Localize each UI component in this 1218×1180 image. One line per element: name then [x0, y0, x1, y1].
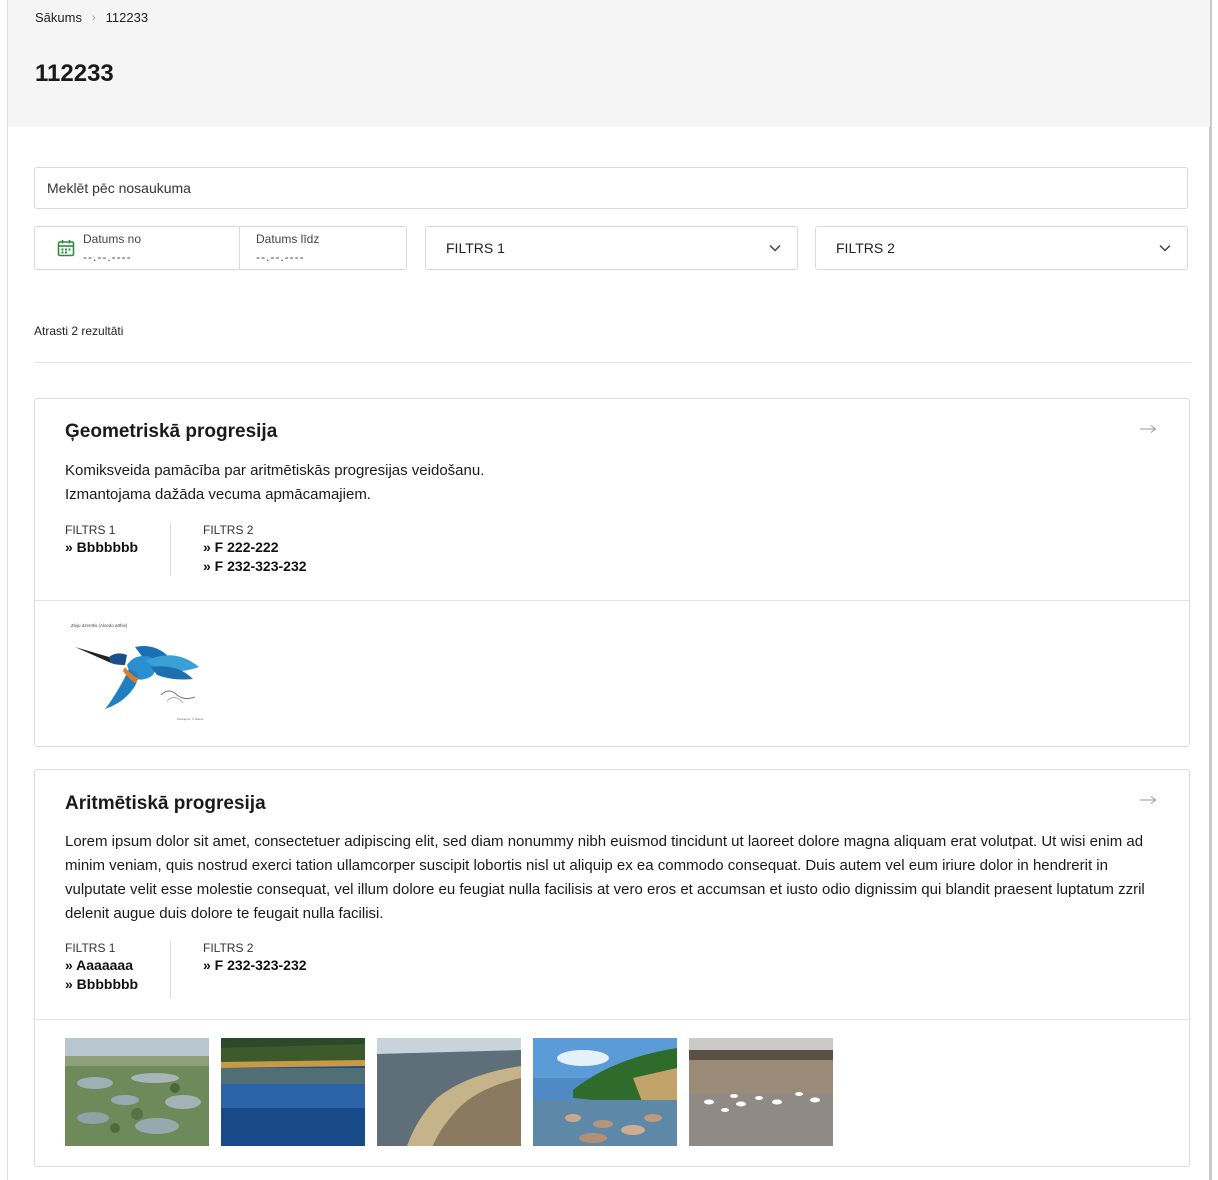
chevron-down-icon [1159, 244, 1171, 252]
page-header: Sākums › 112233 112233 [8, 0, 1210, 127]
date-to-value: --.--.---- [256, 250, 305, 264]
card-filter2-value: » F 232-323-232 [203, 957, 307, 973]
card-thumbnails: Zivju dzenītis (Alcedo atthis) Zīmējums:… [65, 617, 209, 725]
date-from-field[interactable]: Datums no --.--.---- [35, 227, 240, 269]
coastline-aerial-thumbnail[interactable] [377, 1038, 521, 1146]
breadcrumb: Sākums › 112233 [35, 10, 148, 25]
result-card: Aritmētiskā progresija Lorem ipsum dolor… [34, 769, 1190, 1167]
date-from-label: Datums no [83, 232, 142, 246]
breadcrumb-separator: › [91, 11, 96, 24]
card-filter1-label: FILTRS 1 [65, 523, 116, 537]
card-description-line: Komiksveida pamācība par aritmētiskās pr… [65, 462, 485, 479]
card-filter1-column: FILTRS 1 » Aaaaaaa » Bbbbbbb [65, 941, 171, 998]
date-from-value: --.--.---- [83, 250, 132, 264]
card-filter1-column: FILTRS 1 » Bbbbbbb [65, 523, 171, 576]
date-range-filter: Datums no --.--.---- Datums līdz --.--.-… [34, 226, 407, 270]
date-to-field[interactable]: Datums līdz --.--.---- [240, 227, 406, 269]
card-filter1-value: » Aaaaaaa [65, 957, 133, 973]
calendar-icon [57, 240, 75, 257]
card-description: Komiksveida pamācība par aritmētiskās pr… [65, 459, 1155, 507]
wetland-aerial-thumbnail[interactable] [65, 1038, 209, 1146]
kingfisher-thumbnail[interactable]: Zivju dzenītis (Alcedo atthis) Zīmējums:… [65, 617, 209, 725]
thumbnail-credit: Zīmējums: © Autors [177, 717, 204, 721]
results-count: Atrasti 2 rezultāti [34, 324, 124, 338]
card-title[interactable]: Aritmētiskā progresija [65, 793, 266, 815]
page-title: 112233 [35, 60, 114, 87]
card-filter2-label: FILTRS 2 [203, 941, 254, 955]
swans-field-thumbnail[interactable] [689, 1038, 833, 1146]
card-thumbnails [65, 1038, 833, 1146]
search-input[interactable] [34, 167, 1188, 209]
card-description-line: Izmantojama dažāda vecuma apmācamajiem. [65, 486, 371, 503]
card-title[interactable]: Ģeometriskā progresija [65, 421, 277, 443]
arrow-right-icon[interactable] [1139, 424, 1157, 434]
card-filter2-label: FILTRS 2 [203, 523, 254, 537]
date-to-label: Datums līdz [256, 232, 320, 246]
card-divider [35, 600, 1189, 601]
thumbnail-caption: Zivju dzenītis (Alcedo atthis) [71, 623, 128, 628]
card-filter2-value: » F 222-222 [203, 539, 279, 555]
filter2-select-label: FILTRS 2 [836, 240, 895, 256]
filter2-select[interactable]: FILTRS 2 [815, 226, 1188, 270]
filter1-select[interactable]: FILTRS 1 [425, 226, 798, 270]
breadcrumb-current: 112233 [105, 10, 149, 25]
card-filter2-column: FILTRS 2 » F 232-323-232 [171, 941, 307, 998]
card-divider [35, 1019, 1189, 1020]
lake-forest-thumbnail[interactable] [221, 1038, 365, 1146]
card-filter2-value: » F 232-323-232 [203, 558, 307, 574]
arrow-right-icon[interactable] [1139, 795, 1157, 805]
card-description: Lorem ipsum dolor sit amet, consectetuer… [65, 833, 1145, 922]
card-filter1-value: » Bbbbbbb [65, 976, 139, 992]
rocky-shore-thumbnail[interactable] [533, 1038, 677, 1146]
filter1-select-label: FILTRS 1 [446, 240, 505, 256]
result-card: Ģeometriskā progresija Komiksveida pamāc… [34, 398, 1190, 747]
card-filters: FILTRS 1 » Aaaaaaa » Bbbbbbb FILTRS 2 » … [65, 941, 307, 998]
results-divider [34, 362, 1191, 363]
chevron-down-icon [769, 244, 781, 252]
card-filter1-label: FILTRS 1 [65, 941, 116, 955]
card-filters: FILTRS 1 » Bbbbbbb FILTRS 2 » F 222-222 … [65, 523, 307, 576]
card-filter1-value: » Bbbbbbb [65, 539, 139, 555]
card-filter2-column: FILTRS 2 » F 222-222 » F 232-323-232 [171, 523, 307, 576]
breadcrumb-home-link[interactable]: Sākums [35, 10, 82, 25]
